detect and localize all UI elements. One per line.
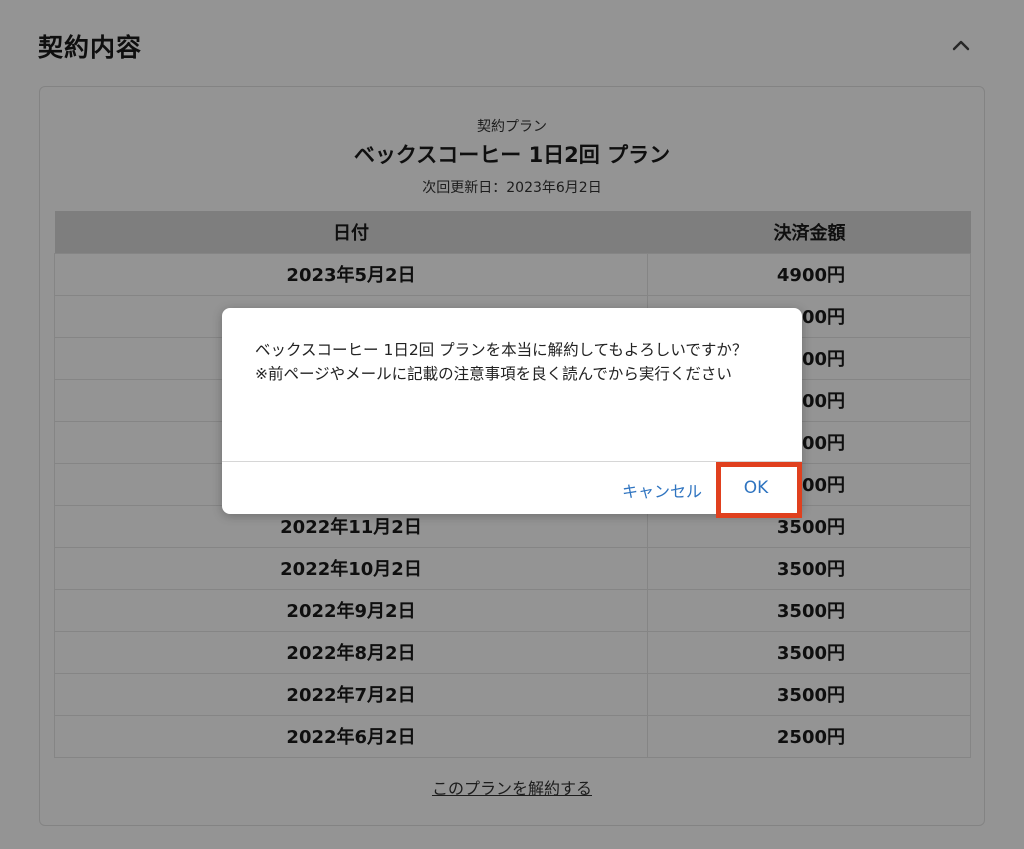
confirm-dialog: ベックスコーヒー 1日2回 プランを本当に解約してもよろしいですか？ ※前ページ… [222, 308, 802, 514]
page: 契約内容 契約プラン ベックスコーヒー 1日2回 プラン 次回更新日：2023年… [0, 0, 1024, 849]
dialog-ok-button[interactable]: OK [716, 461, 796, 515]
dialog-divider [222, 461, 802, 462]
dialog-cancel-button[interactable]: キャンセル [616, 478, 708, 502]
dialog-message: ベックスコーヒー 1日2回 プランを本当に解約してもよろしいですか？ ※前ページ… [255, 341, 748, 383]
